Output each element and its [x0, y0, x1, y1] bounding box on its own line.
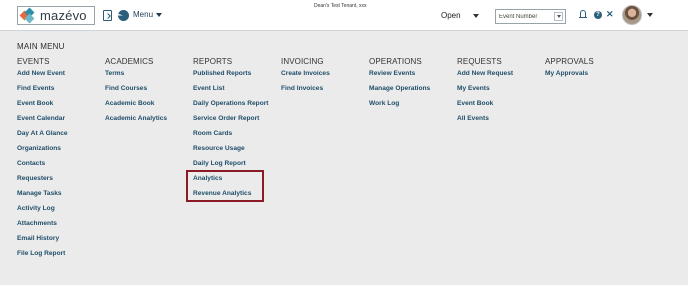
menu-link-published-reports[interactable]: Published Reports — [193, 69, 268, 84]
menu-column-operations: OPERATIONS Review Events Manage Operatio… — [369, 57, 430, 114]
help-icon[interactable]: ? — [594, 11, 602, 19]
menu-link-academic-analytics[interactable]: Academic Analytics — [105, 114, 167, 129]
menu-link-my-approvals[interactable]: My Approvals — [545, 69, 594, 84]
column-heading: REQUESTS — [457, 57, 502, 66]
menu-button[interactable]: Menu — [133, 10, 163, 19]
menu-link-find-invoices[interactable]: Find Invoices — [281, 84, 330, 99]
menu-link-find-events[interactable]: Find Events — [17, 84, 68, 99]
chevron-down-icon — [472, 13, 479, 18]
tenant-name: Dean's Test Tenant, xxx — [314, 3, 367, 9]
tools-icon[interactable]: ✕ — [606, 10, 614, 19]
chevron-down-icon — [556, 15, 561, 18]
menu-link-daily-operations-report[interactable]: Daily Operations Report — [193, 99, 268, 114]
menu-link-event-list[interactable]: Event List — [193, 84, 268, 99]
menu-link-day-at-a-glance[interactable]: Day At A Glance — [17, 129, 68, 144]
menu-link-add-new-request[interactable]: Add New Request — [457, 69, 513, 84]
bell-icon[interactable] — [579, 10, 587, 19]
menu-link-find-courses[interactable]: Find Courses — [105, 84, 167, 99]
column-heading: REPORTS — [193, 57, 233, 66]
menu-link-organizations[interactable]: Organizations — [17, 144, 68, 159]
chevron-down-icon — [156, 12, 163, 17]
chevron-down-icon[interactable] — [647, 13, 653, 17]
menu-link-my-events[interactable]: My Events — [457, 84, 513, 99]
column-heading: EVENTS — [17, 57, 50, 66]
menu-column-approvals: APPROVALS My Approvals — [545, 57, 594, 84]
open-dropdown-label: Open — [441, 11, 461, 20]
menu-link-manage-tasks[interactable]: Manage Tasks — [17, 189, 68, 204]
menu-link-room-cards[interactable]: Room Cards — [193, 129, 268, 144]
menu-link-terms[interactable]: Terms — [105, 69, 167, 84]
menu-button-label: Menu — [133, 10, 154, 19]
analytics-highlight-box — [186, 170, 264, 202]
search-dropdown-button[interactable] — [554, 12, 563, 21]
logo-text: mazévo — [40, 8, 87, 23]
event-number-input[interactable] — [499, 12, 551, 21]
menu-link-create-invoices[interactable]: Create Invoices — [281, 69, 330, 84]
column-heading: APPROVALS — [545, 57, 594, 66]
menu-link-event-book[interactable]: Event Book — [17, 99, 68, 114]
menu-link-work-log[interactable]: Work Log — [369, 99, 430, 114]
menu-link-manage-operations[interactable]: Manage Operations — [369, 84, 430, 99]
menu-link-contacts[interactable]: Contacts — [17, 159, 68, 174]
column-heading: OPERATIONS — [369, 57, 422, 66]
menu-column-requests: REQUESTS Add New Request My Events Event… — [457, 57, 513, 129]
menu-link-event-book[interactable]: Event Book — [457, 99, 513, 114]
avatar[interactable] — [622, 5, 642, 25]
book-icon[interactable] — [103, 10, 112, 21]
menu-link-academic-book[interactable]: Academic Book — [105, 99, 167, 114]
column-heading: ACADEMICS — [105, 57, 154, 66]
menu-link-resource-usage[interactable]: Resource Usage — [193, 144, 268, 159]
menu-link-file-log-report[interactable]: File Log Report — [17, 249, 68, 264]
mazevo-logo[interactable]: mazévo — [17, 6, 95, 25]
pie-chart-icon[interactable] — [118, 10, 129, 21]
logo-mark-icon — [19, 7, 36, 24]
menu-link-attachments[interactable]: Attachments — [17, 219, 68, 234]
menu-link-service-order-report[interactable]: Service Order Report — [193, 114, 268, 129]
open-dropdown[interactable]: Open — [441, 11, 479, 20]
menu-link-requesters[interactable]: Requesters — [17, 174, 68, 189]
main-menu-title: MAIN MENU — [17, 42, 65, 51]
menu-link-activity-log[interactable]: Activity Log — [17, 204, 68, 219]
menu-link-event-calendar[interactable]: Event Calendar — [17, 114, 68, 129]
top-bar: mazévo Menu Dean's Test Tenant, xxx Open… — [0, 0, 688, 31]
menu-link-add-new-event[interactable]: Add New Event — [17, 69, 68, 84]
menu-link-review-events[interactable]: Review Events — [369, 69, 430, 84]
menu-link-email-history[interactable]: Email History — [17, 234, 68, 249]
menu-column-academics: ACADEMICS Terms Find Courses Academic Bo… — [105, 57, 167, 129]
column-heading: INVOICING — [281, 57, 324, 66]
menu-column-invoicing: INVOICING Create Invoices Find Invoices — [281, 57, 330, 99]
event-number-search — [495, 9, 566, 24]
menu-link-all-events[interactable]: All Events — [457, 114, 513, 129]
menu-column-events: EVENTS Add New Event Find Events Event B… — [17, 57, 68, 264]
